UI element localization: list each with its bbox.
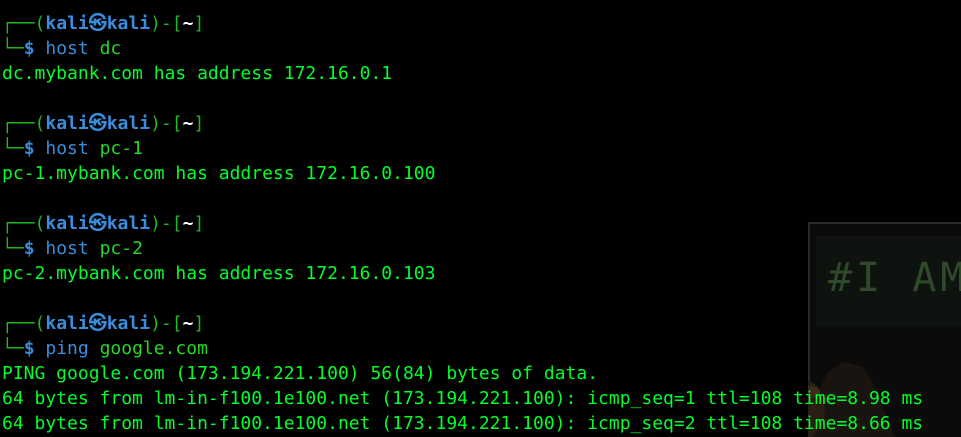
prompt-dir-open: )-[ [150, 313, 183, 334]
prompt-header: ┌──(kali㉿kali)-[~] [2, 211, 961, 236]
command-line: └─$ ping google.com [2, 336, 961, 361]
prompt-dir-close: ] [193, 213, 205, 234]
prompt-symbol: $ [23, 138, 35, 159]
prompt-user: kali [45, 313, 89, 334]
prompt-user: kali [45, 213, 89, 234]
prompt-host: kali [106, 113, 151, 134]
output-line: pc-1.mybank.com has address 172.16.0.100 [2, 163, 436, 184]
prompt-frame-top: ┌──( [2, 213, 46, 234]
command-name: host [45, 38, 89, 59]
terminal-window[interactable]: #I AM ┌──(kali㉿kali)-[~] └─$ host dc dc.my… [0, 0, 961, 437]
prompt-frame-top: ┌──( [2, 113, 46, 134]
prompt-symbol: $ [23, 338, 35, 359]
command-line: └─$ host dc [2, 36, 961, 61]
prompt-at-icon: ㉿ [88, 213, 107, 234]
prompt-frame-bottom: └─ [2, 338, 24, 359]
output-line: PING google.com (173.194.221.100) 56(84)… [2, 363, 599, 384]
output-line: dc.mybank.com has address 172.16.0.1 [2, 63, 393, 84]
prompt-dir-open: )-[ [150, 213, 183, 234]
command-argument: dc [99, 38, 122, 59]
command-line: └─$ host pc-2 [2, 236, 961, 261]
output-line: 64 bytes from lm-in-f100.1e100.net (173.… [2, 413, 924, 434]
command-argument: google.com [99, 338, 208, 359]
prompt-host: kali [106, 313, 151, 334]
prompt-frame-top: ┌──( [2, 13, 46, 34]
command-name: ping [45, 338, 89, 359]
command-name: host [45, 138, 89, 159]
prompt-at-icon: ㉿ [88, 113, 107, 134]
prompt-dir-open: )-[ [150, 13, 183, 34]
prompt-header: ┌──(kali㉿kali)-[~] [2, 11, 961, 36]
prompt-directory: ~ [182, 113, 194, 134]
command-argument: pc-1 [99, 138, 143, 159]
prompt-frame-bottom: └─ [2, 238, 24, 259]
prompt-user: kali [45, 13, 89, 34]
prompt-dir-close: ] [193, 13, 205, 34]
command-line: └─$ host pc-1 [2, 136, 961, 161]
prompt-directory: ~ [182, 13, 194, 34]
command-argument: pc-2 [99, 238, 143, 259]
terminal-output: ┌──(kali㉿kali)-[~] └─$ host dc dc.mybank.c… [0, 0, 961, 436]
prompt-directory: ~ [182, 313, 194, 334]
prompt-frame-bottom: └─ [2, 38, 24, 59]
prompt-frame-top: ┌──( [2, 313, 46, 334]
prompt-header: ┌──(kali㉿kali)-[~] [2, 311, 961, 336]
prompt-host: kali [106, 213, 151, 234]
prompt-dir-open: )-[ [150, 113, 183, 134]
output-line: 64 bytes from lm-in-f100.1e100.net (173.… [2, 388, 924, 409]
prompt-dir-close: ] [193, 313, 205, 334]
prompt-symbol: $ [23, 38, 35, 59]
prompt-host: kali [106, 13, 151, 34]
command-name: host [45, 238, 89, 259]
prompt-at-icon: ㉿ [88, 13, 107, 34]
output-line: pc-2.mybank.com has address 172.16.0.103 [2, 263, 436, 284]
prompt-directory: ~ [182, 213, 194, 234]
prompt-user: kali [45, 113, 89, 134]
prompt-symbol: $ [23, 238, 35, 259]
prompt-at-icon: ㉿ [88, 313, 107, 334]
prompt-dir-close: ] [193, 113, 205, 134]
prompt-header: ┌──(kali㉿kali)-[~] [2, 111, 961, 136]
prompt-frame-bottom: └─ [2, 138, 24, 159]
